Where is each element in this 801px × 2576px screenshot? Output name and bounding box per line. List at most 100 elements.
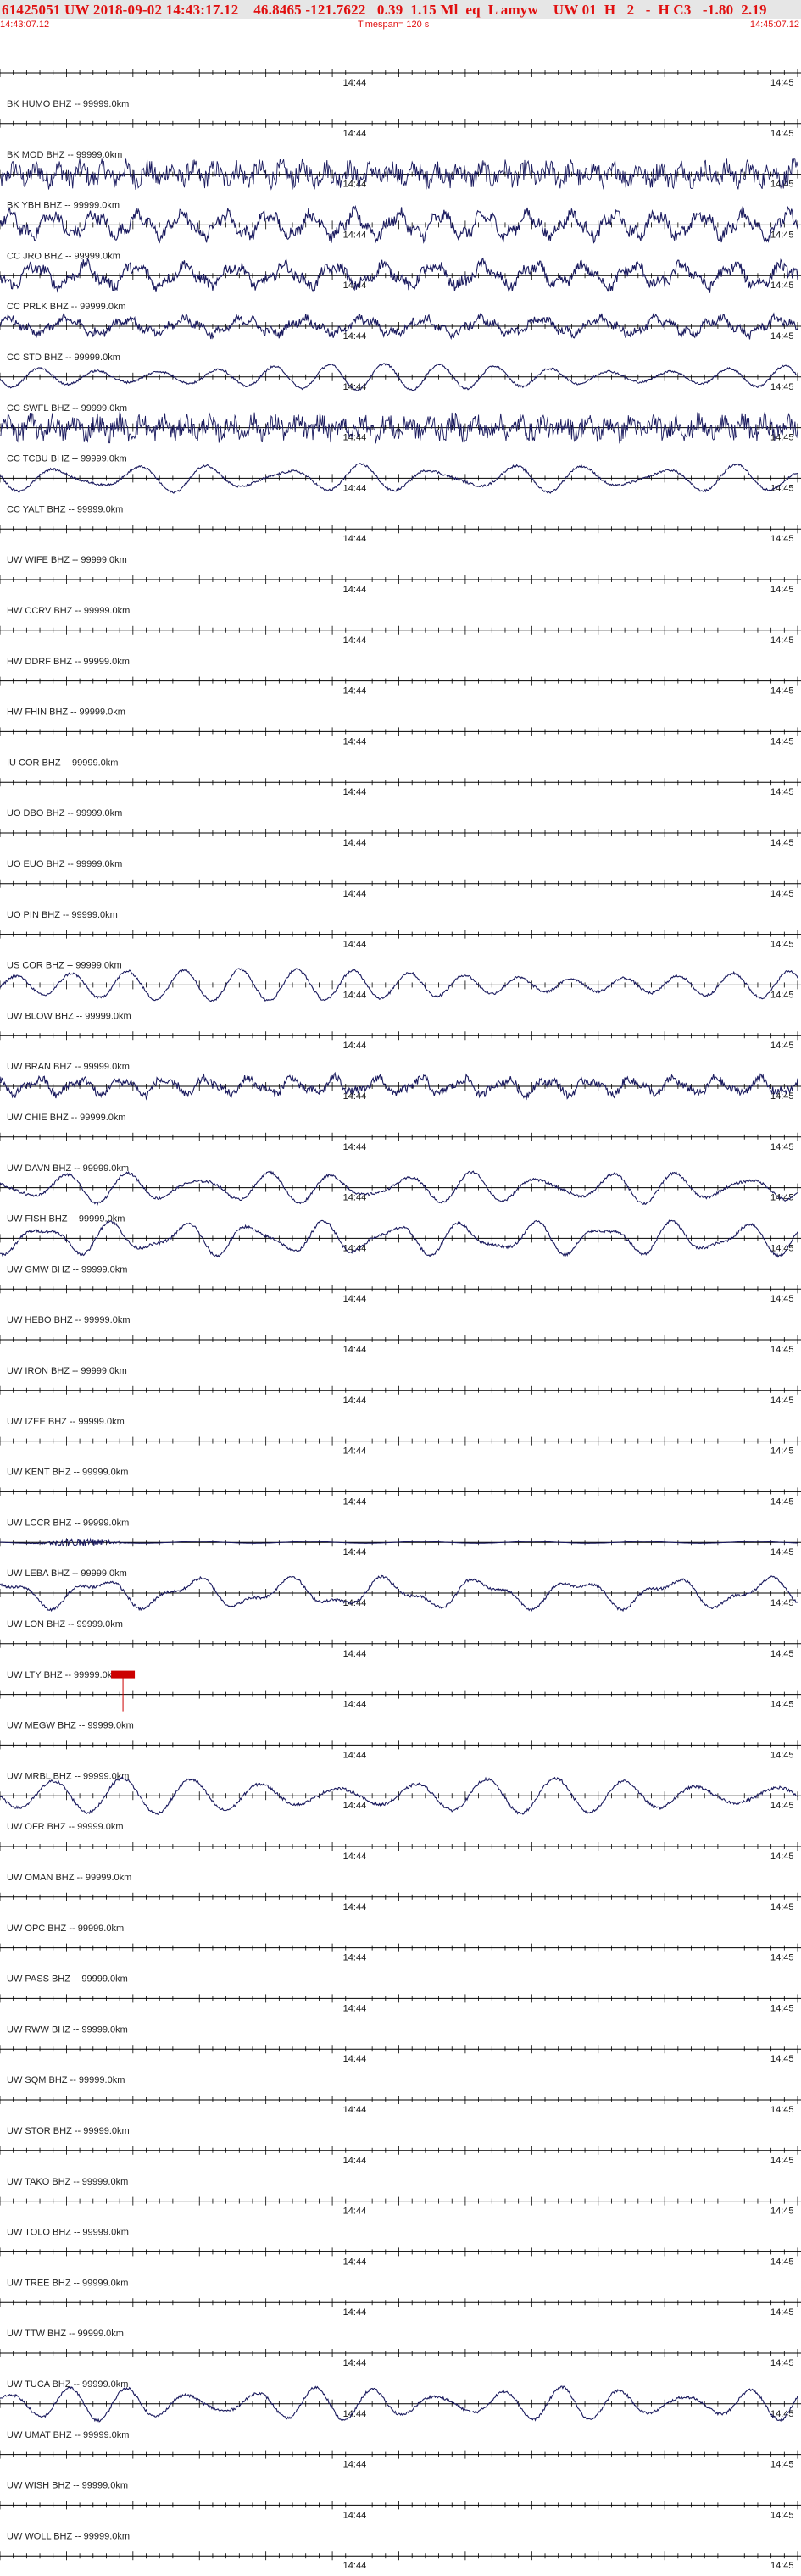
tick-label-1445: 14:45 (770, 1953, 794, 1963)
tick-label-1445: 14:45 (770, 2460, 794, 2470)
tick-label-1445: 14:45 (770, 940, 794, 950)
tick-label-1445: 14:45 (770, 1902, 794, 1913)
tick-label-1445: 14:45 (770, 2409, 794, 2419)
channel-label: UW CHIE BHZ -- 99999.0km (7, 1113, 126, 1123)
seismogram-plot: 14:44 14:45BK HUMO BHZ -- 99999.0km14:44 1… (0, 69, 801, 2571)
channel-trace-group: 14:44 14:45 UO DBO BHZ -- 99999.0km (0, 778, 801, 819)
channel-trace-group: 14:44 14:45CC YALT BHZ -- 99999.0km (0, 463, 801, 514)
channel-label: UW TOLO BHZ -- 99999.0km (7, 2228, 129, 2238)
channel-label: HW CCRV BHZ -- 99999.0km (7, 606, 130, 616)
tick-label-1444: 14:44 (343, 78, 367, 88)
tick-label-1444: 14:44 (343, 2054, 367, 2064)
tick-label-1445: 14:45 (770, 1649, 794, 1659)
tick-label-1444: 14:44 (343, 129, 367, 139)
phase-pick-marker (111, 1670, 136, 1679)
channel-trace-group: 14:44 14:45 UW LON BHZ -- 99999.0km (0, 1574, 801, 1629)
channel-label: UW BRAN BHZ -- 99999.0km (7, 1062, 130, 1072)
channel-label: HW DDRF BHZ -- 99999.0km (7, 657, 130, 667)
tick-label-1445: 14:45 (770, 1801, 794, 1811)
tick-label-1444: 14:44 (343, 433, 367, 443)
channel-label: UW OMAN BHZ -- 99999.0km (7, 1873, 131, 1883)
channel-label: BK YBH BHZ -- 99999.0km (7, 201, 120, 211)
channel-label: UW KENT BHZ -- 99999.0km (7, 1468, 128, 1478)
tick-label-1444: 14:44 (343, 2460, 367, 2470)
tick-label-1444: 14:44 (343, 1345, 367, 1355)
tick-label-1445: 14:45 (770, 2156, 794, 2166)
tick-label-1445: 14:45 (770, 2358, 794, 2368)
channel-label: UW WOLL BHZ -- 99999.0km (7, 2531, 130, 2541)
channel-trace-group: 14:44 14:45 HW DDRF BHZ -- 99999.0km (0, 625, 801, 667)
channel-label: UW IZEE BHZ -- 99999.0km (7, 1417, 125, 1427)
channel-label: UW WIFE BHZ -- 99999.0km (7, 555, 127, 565)
tick-label-1445: 14:45 (770, 382, 794, 392)
channel-label: UW OFR BHZ -- 99999.0km (7, 1822, 124, 1832)
tick-label-1444: 14:44 (343, 2105, 367, 2115)
tick-label-1445: 14:45 (770, 1345, 794, 1355)
tick-label-1445: 14:45 (770, 2003, 794, 2013)
tick-label-1445: 14:45 (770, 686, 794, 697)
channel-trace-group: 14:44 14:45 UW DAVN BHZ -- 99999.0km (0, 1132, 801, 1174)
channel-label: CC PRLK BHZ -- 99999.0km (7, 302, 126, 312)
tick-label-1445: 14:45 (770, 838, 794, 848)
tick-label-1444: 14:44 (343, 1193, 367, 1203)
tick-label-1444: 14:44 (343, 2003, 367, 2013)
channel-label: CC STD BHZ -- 99999.0km (7, 353, 120, 363)
tick-label-1444: 14:44 (343, 1700, 367, 1710)
tick-label-1444: 14:44 (343, 483, 367, 493)
tick-label-1444: 14:44 (343, 990, 367, 1000)
tick-label-1444: 14:44 (343, 230, 367, 240)
tick-label-1445: 14:45 (770, 1750, 794, 1760)
tick-label-1444: 14:44 (343, 2510, 367, 2520)
event-title: 61425051 UW 2018-09-02 14:43:17.12 46.84… (2, 2, 767, 18)
channel-trace-group: 14:44 14:45 UW MRBL BHZ -- 99999.0km (0, 1740, 801, 1781)
tick-label-1445: 14:45 (770, 1446, 794, 1457)
start-time-label: 14:43:07.12 (0, 19, 50, 30)
channel-label: UW LON BHZ -- 99999.0km (7, 1619, 123, 1629)
channel-trace-group: 14:44 14:45 UW MEGW BHZ -- 99999.0km (0, 1670, 801, 1731)
tick-label-1444: 14:44 (343, 180, 367, 190)
tick-label-1444: 14:44 (343, 1598, 367, 1608)
tick-label-1445: 14:45 (770, 1496, 794, 1507)
end-time-label: 14:45:07.12 (749, 19, 799, 30)
timespan-label: Timespan= 120 s (358, 19, 430, 30)
channel-trace-group: 14:44 14:45 HW CCRV BHZ -- 99999.0km (0, 575, 801, 616)
tick-label-1445: 14:45 (770, 1142, 794, 1152)
channel-trace-group: 14:44 14:45 CC SWFL BHZ -- 99999.0km (0, 363, 801, 414)
channel-trace-group: 14:44 14:45UW UMAT BHZ -- 99999.0km (0, 2385, 801, 2440)
channel-trace-group: 14:44 14:45 UW LCCR BHZ -- 99999.0km (0, 1487, 801, 1528)
tick-label-1445: 14:45 (770, 280, 794, 291)
tick-label-1444: 14:44 (343, 1801, 367, 1811)
tick-label-1444: 14:44 (343, 382, 367, 392)
channel-trace-group: 14:44 14:45CC PRLK BHZ -- 99999.0km (0, 257, 801, 312)
tick-label-1445: 14:45 (770, 1041, 794, 1051)
tick-label-1444: 14:44 (343, 787, 367, 797)
channel-trace-group: 14:44 14:45 BK HUMO BHZ -- 99999.0km (0, 69, 801, 109)
channel-label: UW RWW BHZ -- 99999.0km (7, 2024, 128, 2035)
tick-label-1445: 14:45 (770, 636, 794, 646)
tick-label-1444: 14:44 (343, 1446, 367, 1457)
tick-label-1445: 14:45 (770, 2105, 794, 2115)
channel-trace-group: 14:44 14:45UW GMW BHZ -- 99999.0km (0, 1219, 801, 1274)
tick-label-1445: 14:45 (770, 585, 794, 595)
tick-label-1444: 14:44 (343, 1142, 367, 1152)
channel-label: UW GMW BHZ -- 99999.0km (7, 1264, 127, 1274)
channel-trace-group: 14:44 14:45 UW BLOW BHZ -- 99999.0km (0, 968, 801, 1021)
channel-trace-group: 14:44 14:45BK YBH BHZ -- 99999.0km (0, 158, 801, 211)
tick-label-1445: 14:45 (770, 129, 794, 139)
channel-label: UW MEGW BHZ -- 99999.0km (7, 1721, 134, 1731)
tick-label-1444: 14:44 (343, 1649, 367, 1659)
channel-trace-group: 14:44 14:45 UW WIFE BHZ -- 99999.0km (0, 525, 801, 565)
channel-trace-group: 14:44 14:45CC TCBU BHZ -- 99999.0km (0, 410, 801, 464)
channel-trace-group: 14:44 14:45UW CHIE BHZ -- 99999.0km (0, 1071, 801, 1123)
channel-label: HW FHIN BHZ -- 99999.0km (7, 708, 125, 718)
tick-label-1444: 14:44 (343, 1396, 367, 1406)
channel-trace-group: 14:44 14:45 UW TAKO BHZ -- 99999.0km (0, 2146, 801, 2187)
channel-trace-group: 14:44 14:45 UO EUO BHZ -- 99999.0km (0, 829, 801, 869)
channel-trace-group: 14:44 14:45 UW IZEE BHZ -- 99999.0km (0, 1385, 801, 1427)
tick-label-1444: 14:44 (343, 889, 367, 899)
channel-label: UW TTW BHZ -- 99999.0km (7, 2329, 124, 2339)
tick-label-1445: 14:45 (770, 1598, 794, 1608)
tick-label-1445: 14:45 (770, 2257, 794, 2267)
channel-trace-group: 14:44 14:45 UO PIN BHZ -- 99999.0km (0, 879, 801, 920)
channel-trace-group: 14:44 14:45 HW FHIN BHZ -- 99999.0km (0, 676, 801, 718)
